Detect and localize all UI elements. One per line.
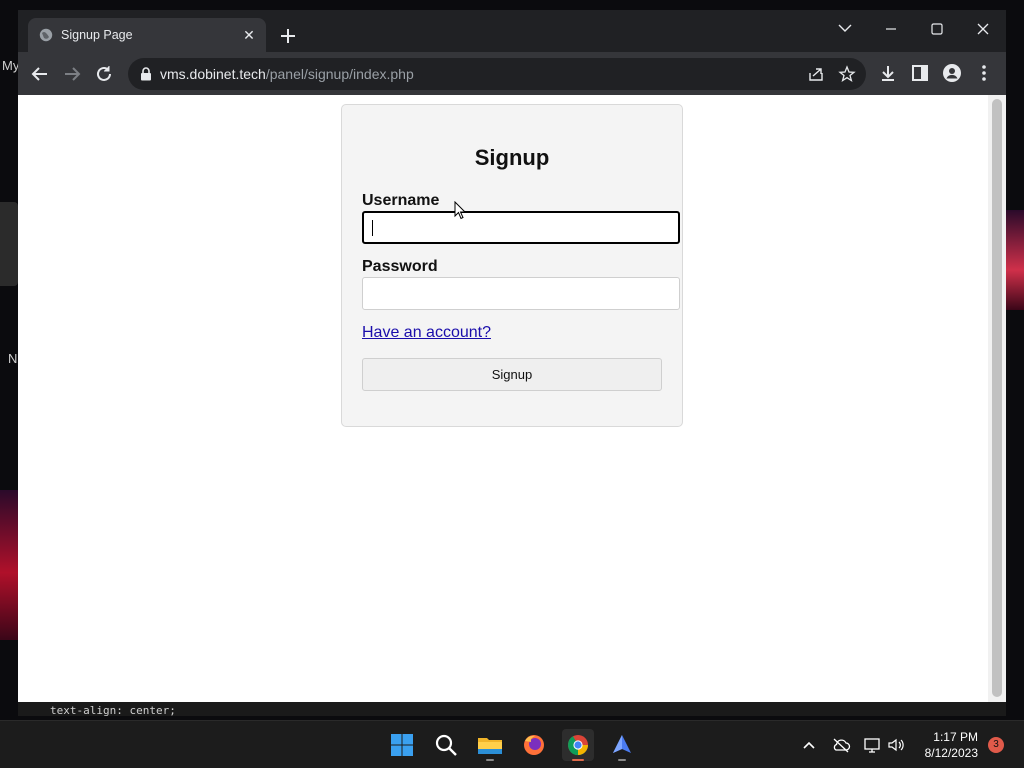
browser-toolbar: vms.dobinet.tech/panel/signup/index.php (18, 52, 1006, 95)
taskbar: 1:17 PM 8/12/2023 3 (0, 720, 1024, 768)
have-account-link[interactable]: Have an account? (362, 324, 491, 342)
browser-window: Signup Page ✕ vms.dobinet.tech/panel/sig… (18, 10, 1006, 702)
page-viewport: Signup Username Password Have an account… (18, 95, 1006, 702)
profile-icon[interactable] (942, 63, 962, 83)
desktop-fragment-2: N (8, 351, 18, 366)
signup-button[interactable]: Signup (362, 358, 662, 391)
text-caret (372, 220, 373, 236)
desktop-fragment-1: My (2, 58, 20, 73)
share-icon[interactable] (807, 65, 825, 83)
firefox-button[interactable] (518, 729, 550, 761)
globe-icon (39, 28, 53, 42)
active-indicator (572, 759, 584, 761)
system-clock[interactable]: 1:17 PM 8/12/2023 (908, 729, 978, 761)
firefox-icon (524, 735, 544, 755)
back-icon[interactable] (28, 62, 52, 86)
running-indicator (486, 759, 494, 761)
reload-icon[interactable] (92, 62, 116, 86)
tab-search-icon[interactable] (830, 16, 860, 42)
code-fragment: text-align: center; (50, 704, 176, 716)
signup-form: Signup Username Password Have an account… (341, 104, 683, 427)
tab-title: Signup Page (61, 28, 133, 42)
file-explorer-button[interactable] (474, 729, 506, 761)
minimize-icon[interactable] (876, 16, 906, 42)
running-indicator (618, 759, 626, 761)
password-input[interactable] (362, 277, 680, 310)
notification-badge[interactable]: 3 (988, 737, 1004, 753)
search-icon (435, 734, 457, 756)
clock-time: 1:17 PM (933, 730, 978, 744)
network-icon[interactable] (862, 735, 882, 755)
side-panel-icon[interactable] (910, 63, 930, 83)
username-input[interactable] (362, 211, 680, 244)
chrome-button[interactable] (562, 729, 594, 761)
wallpaper-glow-left (0, 490, 18, 640)
tab-bar: Signup Page ✕ (18, 10, 1006, 52)
url-path: /panel/signup/index.php (265, 66, 414, 82)
clock-date: 8/12/2023 (924, 746, 978, 760)
download-icon[interactable] (878, 63, 898, 83)
chevron-up-icon[interactable] (799, 735, 819, 755)
app-icon (613, 735, 631, 753)
username-label: Username (362, 192, 440, 209)
app-button[interactable] (606, 729, 638, 761)
close-window-icon[interactable] (968, 16, 998, 42)
desktop-tile (0, 202, 18, 286)
tab-close-icon[interactable]: ✕ (240, 26, 258, 44)
menu-dots-icon[interactable] (974, 63, 994, 83)
forward-icon[interactable] (60, 62, 84, 86)
start-button[interactable] (386, 729, 418, 761)
mouse-cursor-icon (454, 201, 467, 220)
url-host: vms.dobinet.tech (160, 66, 266, 82)
chrome-icon (567, 735, 588, 756)
address-bar[interactable]: vms.dobinet.tech/panel/signup/index.php (128, 58, 866, 90)
tab-signup-page[interactable]: Signup Page ✕ (28, 18, 266, 52)
volume-icon[interactable] (886, 735, 906, 755)
background-editor-strip: text-align: center; (18, 702, 1006, 716)
maximize-icon[interactable] (922, 16, 952, 42)
url-text: vms.dobinet.tech/panel/signup/index.php (160, 66, 414, 82)
lock-icon (141, 67, 151, 81)
page-scrollbar[interactable] (988, 95, 1006, 702)
wallpaper-glow-right (1006, 210, 1024, 310)
password-label: Password (362, 258, 438, 275)
page-title: Signup (474, 145, 550, 170)
onedrive-icon[interactable] (831, 735, 851, 755)
new-tab-icon[interactable] (276, 24, 300, 48)
bookmark-star-icon[interactable] (838, 65, 856, 83)
scrollbar-thumb[interactable] (992, 99, 1002, 697)
file-explorer-icon (478, 738, 502, 754)
search-button[interactable] (430, 729, 462, 761)
start-icon (391, 734, 413, 756)
